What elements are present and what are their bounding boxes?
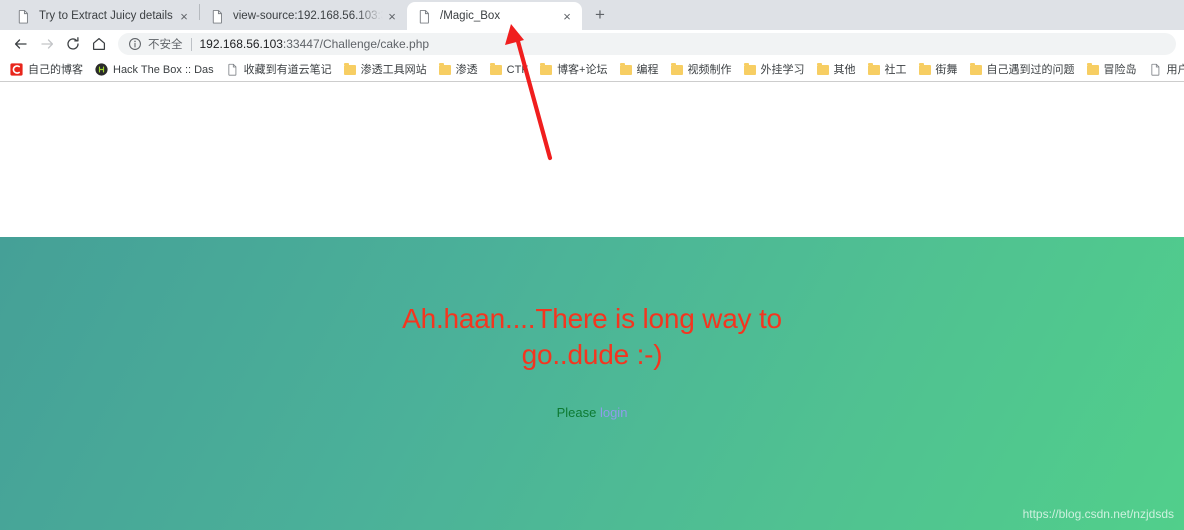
bookmark-folder-cheat-learning[interactable]: 外挂学习 bbox=[738, 59, 811, 81]
back-arrow-icon bbox=[14, 39, 27, 49]
forward-button[interactable] bbox=[34, 31, 60, 57]
bookmark-label: 用户 bbox=[1166, 63, 1184, 76]
folder-icon bbox=[540, 62, 553, 75]
bookmark-folder-social-engineering[interactable]: 社工 bbox=[862, 59, 913, 81]
bookmark-label: 外挂学习 bbox=[760, 63, 805, 76]
bookmark-folder-video-production[interactable]: 视频制作 bbox=[665, 59, 738, 81]
bookmark-label: 视频制作 bbox=[687, 63, 732, 76]
tab-close-button[interactable]: × bbox=[175, 7, 193, 25]
bookmark-label: 其他 bbox=[833, 63, 856, 76]
bookmark-folder-others[interactable]: 其他 bbox=[811, 59, 862, 81]
bookmark-my-blog[interactable]: 自己的博客 bbox=[4, 59, 89, 81]
page-icon bbox=[228, 63, 236, 76]
bookmark-label: 渗透 bbox=[455, 63, 478, 76]
folder-icon bbox=[670, 62, 683, 75]
bookmark-label: 自己的博客 bbox=[28, 63, 83, 76]
bookmark-label: 社工 bbox=[884, 63, 907, 76]
bookmark-folder-blog-forum[interactable]: 博客+论坛 bbox=[534, 59, 613, 81]
page-viewport: Ah.haan....There is long way to go..dude… bbox=[0, 82, 1184, 530]
bookmark-label: CTF bbox=[506, 63, 529, 76]
bookmark-label: Hack The Box :: Das bbox=[113, 63, 214, 76]
tab-title: /Magic_Box bbox=[440, 10, 501, 22]
bookmark-folder-street-dance[interactable]: 街舞 bbox=[913, 59, 964, 81]
bookmark-youdao-note[interactable]: 收藏到有道云笔记 bbox=[220, 59, 338, 81]
bookmark-hack-the-box[interactable]: Hack The Box :: Das bbox=[89, 59, 220, 81]
bookmarks-bar: 自己的博客 Hack The Box :: Das 收藏到有道云笔记 渗透工具网… bbox=[0, 58, 1184, 82]
security-status-label: 不安全 bbox=[148, 39, 183, 51]
tab-try-to-extract-juicy-details[interactable]: Try to Extract Juicy details × bbox=[6, 2, 199, 30]
tab-close-button[interactable]: × bbox=[558, 7, 576, 25]
url-path: :33447/Challenge/cake.php bbox=[282, 37, 430, 51]
tab-title: Try to Extract Juicy details bbox=[39, 10, 173, 22]
bookmark-label: 街舞 bbox=[935, 63, 958, 76]
htb-icon bbox=[95, 63, 108, 76]
bookmark-label: 编程 bbox=[636, 63, 659, 76]
csdn-watermark: https://blog.csdn.net/nzjdsds bbox=[1022, 507, 1174, 521]
folder-icon bbox=[969, 62, 982, 75]
page-icon bbox=[419, 9, 429, 24]
bookmark-folder-pentest[interactable]: 渗透 bbox=[433, 59, 484, 81]
folder-icon bbox=[619, 62, 632, 75]
bookmark-user[interactable]: 用户 bbox=[1143, 59, 1184, 81]
url-text: 192.168.56.103:33447/Challenge/cake.php bbox=[200, 37, 430, 51]
login-link[interactable]: login bbox=[600, 405, 627, 420]
bookmark-folder-problems-encountered[interactable]: 自己遇到过的问题 bbox=[964, 59, 1081, 81]
page-title: Ah.haan....There is long way to go..dude… bbox=[402, 303, 782, 370]
folder-icon bbox=[743, 62, 756, 75]
hero-section: Ah.haan....There is long way to go..dude… bbox=[0, 237, 1184, 530]
csdn-icon bbox=[10, 63, 23, 76]
folder-icon bbox=[343, 62, 356, 75]
browser-window: Try to Extract Juicy details × view-sour… bbox=[0, 0, 1184, 530]
new-tab-button[interactable]: + bbox=[586, 1, 614, 29]
reload-icon bbox=[67, 37, 79, 50]
bookmark-label: 自己遇到过的问题 bbox=[986, 63, 1075, 76]
bookmark-label: 渗透工具网站 bbox=[360, 63, 427, 76]
folder-icon bbox=[438, 62, 451, 75]
home-button[interactable] bbox=[86, 31, 112, 57]
info-circle-icon[interactable] bbox=[128, 37, 142, 51]
folder-icon bbox=[867, 62, 880, 75]
tab-view-source[interactable]: view-source:192.168.56.103:33 × bbox=[200, 2, 407, 30]
address-bar[interactable]: 不安全 192.168.56.103:33447/Challenge/cake.… bbox=[118, 33, 1176, 55]
tab-magic-box[interactable]: /Magic_Box × bbox=[407, 2, 582, 30]
tab-title: view-source:192.168.56.103:33 bbox=[233, 10, 383, 22]
home-icon bbox=[92, 37, 106, 51]
folder-icon bbox=[816, 62, 829, 75]
page-icon bbox=[1150, 63, 1159, 76]
back-button[interactable] bbox=[8, 31, 34, 57]
login-prompt-text: Please bbox=[556, 405, 600, 420]
folder-icon bbox=[489, 62, 502, 75]
tab-strip: Try to Extract Juicy details × view-sour… bbox=[0, 0, 1184, 30]
url-host: 192.168.56.103 bbox=[199, 37, 283, 51]
folder-icon bbox=[918, 62, 931, 75]
omnibox-divider bbox=[190, 37, 192, 51]
folder-icon bbox=[1086, 62, 1099, 75]
page-icon bbox=[212, 9, 222, 24]
login-prompt: Please login bbox=[557, 405, 628, 420]
bookmark-label: 冒险岛 bbox=[1103, 63, 1137, 76]
bookmark-folder-programming[interactable]: 编程 bbox=[614, 59, 665, 81]
bookmark-label: 收藏到有道云笔记 bbox=[243, 63, 332, 76]
page-icon bbox=[18, 9, 28, 24]
bookmark-folder-ctf[interactable]: CTF bbox=[484, 59, 534, 81]
tab-close-button[interactable]: × bbox=[383, 7, 401, 25]
bookmark-folder-pentest-tools[interactable]: 渗透工具网站 bbox=[338, 59, 433, 81]
reload-button[interactable] bbox=[60, 31, 86, 57]
forward-arrow-icon bbox=[41, 39, 54, 49]
browser-toolbar: 不安全 192.168.56.103:33447/Challenge/cake.… bbox=[0, 30, 1184, 58]
page-blank-top bbox=[0, 82, 1184, 237]
bookmark-folder-maplestory[interactable]: 冒险岛 bbox=[1081, 59, 1143, 81]
bookmark-label: 博客+论坛 bbox=[557, 63, 608, 76]
